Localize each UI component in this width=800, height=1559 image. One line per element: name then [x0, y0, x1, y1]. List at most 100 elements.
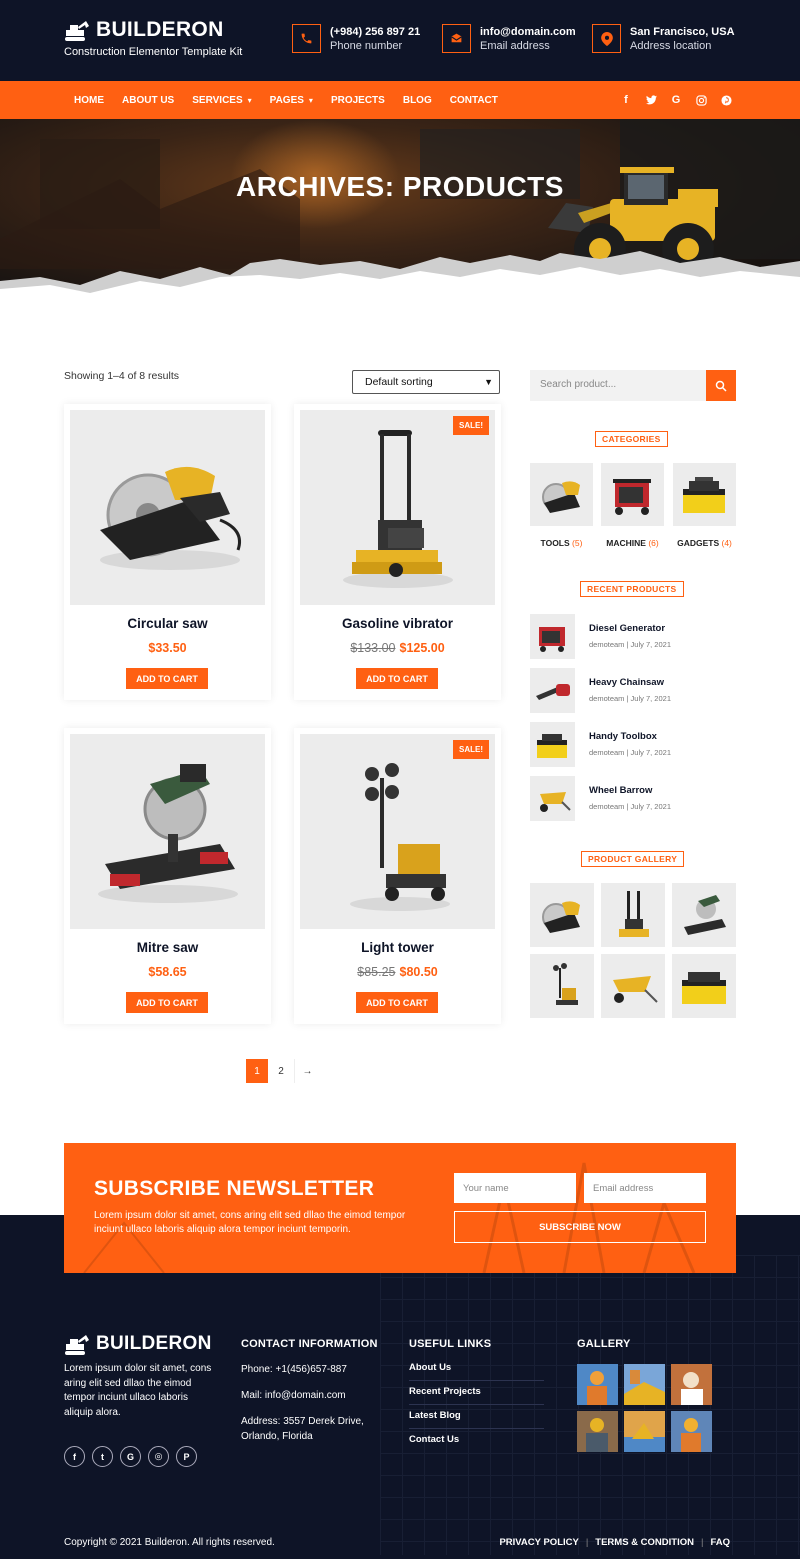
page-1[interactable]: 1 — [246, 1059, 268, 1083]
footer-gallery-photo[interactable] — [624, 1364, 665, 1405]
instagram-icon[interactable]: ◎ — [148, 1446, 169, 1467]
footer-link-contact-us[interactable]: Contact Us — [409, 1434, 544, 1452]
gallery-image-plate-compactor[interactable] — [601, 883, 665, 947]
footer-gallery-photo[interactable] — [671, 1364, 712, 1405]
category-image-tools[interactable] — [530, 463, 593, 526]
product-image-mitre-saw[interactable] — [70, 734, 265, 929]
search-button[interactable] — [706, 370, 736, 401]
product-image-circular-saw[interactable] — [70, 410, 265, 605]
newsletter-email-input[interactable]: Email address — [584, 1173, 706, 1203]
add-to-cart-button[interactable]: ADD TO CART — [356, 668, 438, 689]
facebook-icon[interactable]: f — [64, 1446, 85, 1467]
footer-logo[interactable]: BUILDERON — [64, 1332, 212, 1356]
nav-item-pages[interactable]: PAGES ▾ — [270, 95, 313, 106]
recent-product-meta: demoteam | July 7, 2021 — [589, 802, 671, 811]
recent-product-title[interactable]: Heavy Chainsaw — [589, 677, 664, 688]
twitter-icon[interactable]: t — [92, 1446, 113, 1467]
sale-badge: SALE! — [453, 416, 489, 435]
recent-product-title[interactable]: Diesel Generator — [589, 623, 665, 634]
product-price: $33.50 — [148, 641, 187, 655]
footer-phone[interactable]: Phone: +1(456)657-887 — [241, 1363, 347, 1378]
add-to-cart-button[interactable]: ADD TO CART — [126, 668, 208, 689]
google-icon[interactable]: G — [670, 94, 682, 106]
google-icon[interactable]: G — [120, 1446, 141, 1467]
gallery-image-mitre-saw[interactable] — [672, 883, 736, 947]
product-card[interactable]: SALE! Gasoline vibrator $133.00 $125.00 A… — [294, 404, 501, 700]
footer-contact-title: CONTACT INFORMATION — [241, 1338, 378, 1350]
header-location: San Francisco, USA Address location — [592, 24, 735, 53]
email-icon — [442, 24, 471, 53]
product-card[interactable]: SALE! Light tower $85.25 $80.50 ADD TO CA… — [294, 728, 501, 1024]
footer-mail[interactable]: Mail: info@domain.com — [241, 1389, 346, 1404]
gallery-image-wheelbarrow[interactable] — [601, 954, 665, 1018]
recent-product-image[interactable] — [530, 776, 575, 821]
recent-products-title: RECENT PRODUCTS — [580, 581, 684, 597]
newsletter-name-input[interactable]: Your name — [454, 1173, 576, 1203]
category-label-gadgets[interactable]: GADGETS (4) — [673, 538, 736, 548]
nav-item-services[interactable]: SERVICES ▾ — [192, 95, 251, 106]
gallery-image-light-tower[interactable] — [530, 954, 594, 1018]
page-2[interactable]: 2 — [270, 1059, 292, 1083]
next-page-arrow-icon[interactable]: → — [294, 1059, 320, 1083]
footer-gallery-photo[interactable] — [577, 1411, 618, 1452]
category-label-tools[interactable]: TOOLS (5) — [530, 538, 593, 548]
subscribe-button[interactable]: SUBSCRIBE NOW — [454, 1211, 706, 1243]
footer-gallery-photo[interactable] — [624, 1411, 665, 1452]
product-title[interactable]: Circular saw — [64, 616, 271, 631]
privacy-policy-link[interactable]: PRIVACY POLICY — [499, 1537, 578, 1548]
newsletter-title: SUBSCRIBE NEWSLETTER — [94, 1177, 375, 1200]
add-to-cart-button[interactable]: ADD TO CART — [356, 992, 438, 1013]
nav-menu: HOME ABOUT US SERVICES ▾ PAGES ▾ PROJECTS … — [74, 81, 516, 119]
recent-product-item[interactable]: Handy Toolbox demoteam | July 7, 2021 — [530, 722, 736, 767]
nav-item-contact[interactable]: CONTACT — [450, 95, 498, 106]
recent-product-meta: demoteam | July 7, 2021 — [589, 694, 671, 703]
recent-product-item[interactable]: Wheel Barrow demoteam | July 7, 2021 — [530, 776, 736, 821]
nav-item-home[interactable]: HOME — [74, 95, 104, 106]
recent-product-item[interactable]: Diesel Generator demoteam | July 7, 2021 — [530, 614, 736, 659]
faq-link[interactable]: FAQ — [710, 1537, 730, 1548]
category-image-gadgets[interactable] — [673, 463, 736, 526]
page-title: ARCHIVES: PRODUCTS — [236, 171, 564, 202]
product-image-plate-compactor[interactable]: SALE! — [300, 410, 495, 605]
sort-dropdown[interactable]: Default sorting ▼ — [352, 370, 500, 394]
email-value[interactable]: info@domain.com — [480, 25, 576, 39]
recent-product-image[interactable] — [530, 668, 575, 713]
add-to-cart-button[interactable]: ADD TO CART — [126, 992, 208, 1013]
footer-gallery-photo[interactable] — [577, 1364, 618, 1405]
product-card[interactable]: Circular saw $33.50 ADD TO CART — [64, 404, 271, 700]
footer-address: Address: 3557 Derek Drive, Orlando, Flor… — [241, 1416, 364, 1442]
search-input[interactable]: Search product... — [540, 379, 616, 390]
category-image-machine[interactable] — [601, 463, 664, 526]
product-title[interactable]: Gasoline vibrator — [294, 616, 501, 631]
product-card[interactable]: Mitre saw $58.65 ADD TO CART — [64, 728, 271, 1024]
instagram-icon[interactable] — [695, 94, 707, 106]
facebook-icon[interactable]: f — [620, 94, 632, 106]
recent-product-title[interactable]: Handy Toolbox — [589, 731, 657, 742]
footer-gallery-photo[interactable] — [671, 1411, 712, 1452]
gallery-image-circular-saw[interactable] — [530, 883, 594, 947]
product-title[interactable]: Mitre saw — [64, 940, 271, 955]
pinterest-icon[interactable] — [720, 94, 732, 106]
pinterest-icon[interactable]: P — [176, 1446, 197, 1467]
footer-link-recent-projects[interactable]: Recent Projects — [409, 1386, 544, 1405]
legal-links: PRIVACY POLICY | TERMS & CONDITION | FAQ — [499, 1537, 730, 1548]
product-title[interactable]: Light tower — [294, 940, 501, 955]
result-count: Showing 1–4 of 8 results — [64, 370, 179, 382]
twitter-icon[interactable] — [645, 95, 657, 105]
nav-item-blog[interactable]: BLOG — [403, 95, 432, 106]
footer-link-latest-blog[interactable]: Latest Blog — [409, 1410, 544, 1429]
category-label-machine[interactable]: MACHINE (6) — [601, 538, 664, 548]
old-price: $133.00 — [350, 641, 396, 655]
recent-product-item[interactable]: Heavy Chainsaw demoteam | July 7, 2021 — [530, 668, 736, 713]
product-image-light-tower[interactable]: SALE! — [300, 734, 495, 929]
logo[interactable]: BUILDERON — [64, 18, 224, 42]
phone-value[interactable]: (+984) 256 897 21 — [330, 25, 420, 39]
recent-product-image[interactable] — [530, 722, 575, 767]
gallery-image-toolbox[interactable] — [672, 954, 736, 1018]
footer-link-about-us[interactable]: About Us — [409, 1362, 544, 1381]
terms-condition-link[interactable]: TERMS & CONDITION — [595, 1537, 694, 1548]
recent-product-title[interactable]: Wheel Barrow — [589, 785, 652, 796]
recent-product-image[interactable] — [530, 614, 575, 659]
nav-item-projects[interactable]: PROJECTS — [331, 95, 385, 106]
nav-item-about-us[interactable]: ABOUT US — [122, 95, 174, 106]
